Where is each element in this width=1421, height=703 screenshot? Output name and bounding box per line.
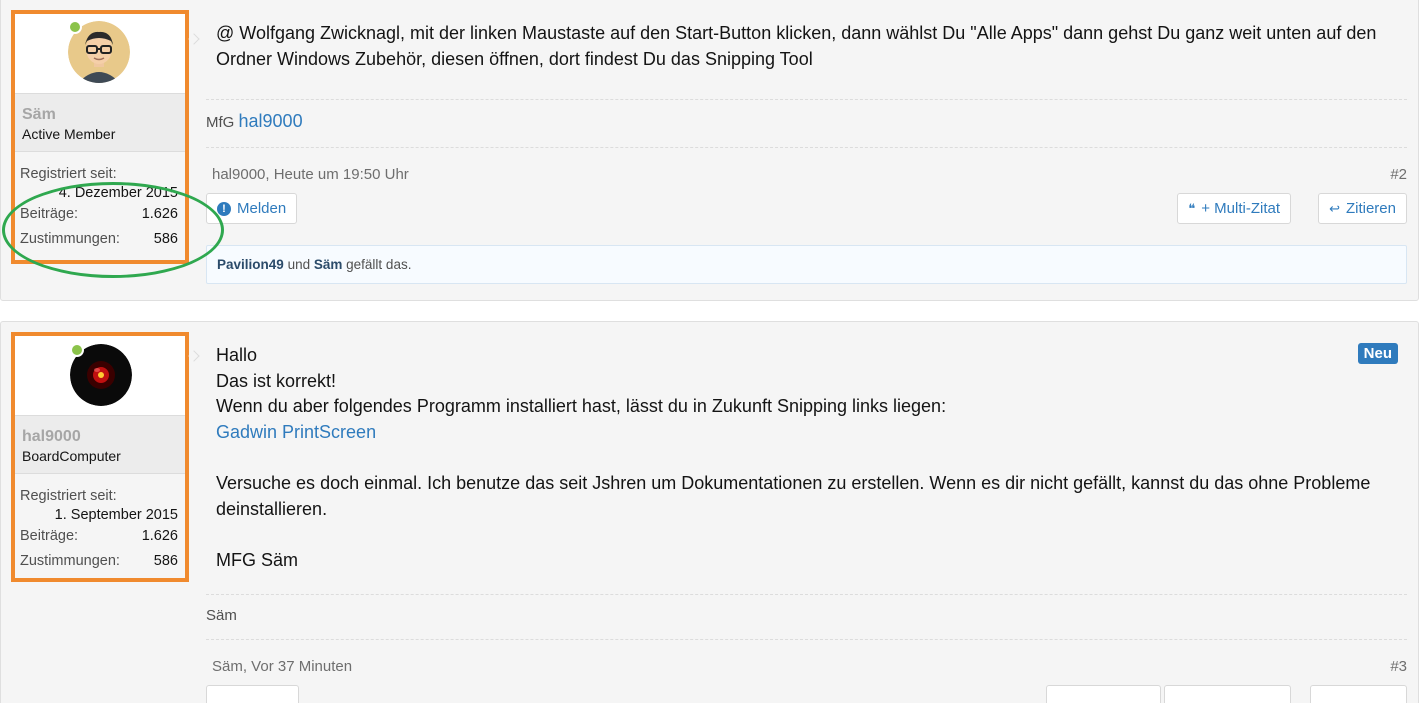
message-line: Wenn du aber folgendes Programm installi…	[216, 396, 947, 416]
message-arrow	[188, 350, 200, 362]
online-status-icon	[68, 20, 82, 34]
liker-1[interactable]: Pavilion49	[217, 257, 284, 272]
avatar-area	[15, 336, 185, 415]
user-info-panel: Säm Active Member Registriert seit: 4. D…	[11, 10, 189, 264]
post-2: Säm Active Member Registriert seit: 4. D…	[0, 0, 1419, 301]
posts-label: Beiträge:	[20, 206, 79, 222]
user-stats: Registriert seit: 1. September 2015 Beit…	[15, 474, 185, 574]
message-content: Neu Hallo Das ist korrekt! Wenn du aber …	[206, 322, 1407, 703]
user-title-area: Säm Active Member	[15, 93, 185, 152]
quote-button[interactable]	[1310, 684, 1407, 703]
signature: Säm	[206, 606, 237, 624]
post-meta: hal9000, Heute um 19:50 Uhr #2	[206, 148, 1407, 183]
message-content: @ Wolfgang Zwicknagl, mit der linken Mau…	[206, 1, 1407, 284]
likes-label: Zustimmungen:	[20, 231, 120, 247]
posts-value[interactable]: 1.626	[142, 524, 178, 549]
signature: MfG hal9000	[206, 100, 1407, 147]
message-arrow	[188, 33, 200, 45]
username[interactable]: hal9000	[22, 427, 178, 447]
message-line: Das ist korrekt!	[216, 370, 337, 391]
message-text: @ Wolfgang Zwicknagl, mit der linken Mau…	[216, 23, 1377, 69]
user-title-area: hal9000 BoardComputer	[15, 415, 185, 474]
signature-prefix: MfG	[206, 114, 235, 131]
post-author-time[interactable]: hal9000, Heute um 19:50 Uhr	[212, 166, 409, 183]
report-button[interactable]	[206, 684, 299, 703]
multiquote-button[interactable]: ❝ + Multi-Zitat	[1177, 193, 1291, 224]
likes-suffix: gefällt das.	[346, 257, 412, 272]
avatar-area	[15, 14, 185, 93]
multiquote-button[interactable]	[1164, 684, 1291, 703]
quote-button[interactable]: ↩ Zitieren	[1318, 193, 1407, 224]
message-closing: MFG Säm	[216, 550, 299, 570]
quote-marks-icon: ❝	[1188, 200, 1196, 216]
likes-value: 586	[153, 231, 178, 247]
message-text: Hallo Das ist korrekt! Wenn du aber folg…	[206, 322, 1407, 574]
report-label: Melden	[237, 200, 287, 217]
alert-icon: !	[217, 201, 231, 216]
multiquote-label: + Multi-Zitat	[1201, 200, 1280, 217]
quote-label: Zitieren	[1345, 200, 1396, 217]
user-stats: Registriert seit: 4. Dezember 2015 Beitr…	[15, 152, 185, 252]
user-rank: BoardComputer	[22, 448, 121, 464]
username[interactable]: Säm	[22, 105, 178, 125]
like-button[interactable]	[1046, 684, 1161, 703]
gadwin-printscreen-link[interactable]: Gadwin PrintScreen	[216, 422, 376, 442]
likes-label: Zustimmungen:	[20, 553, 120, 569]
liker-2[interactable]: Säm	[314, 257, 343, 272]
likes-bar: Pavilion49 und Säm gefällt das.	[206, 245, 1407, 284]
post-3: hal9000 BoardComputer Registriert seit: …	[0, 321, 1419, 703]
post-author-time[interactable]: Säm, Vor 37 Minuten	[212, 658, 352, 675]
report-button[interactable]: ! Melden	[206, 193, 298, 224]
post-number[interactable]: #2	[1390, 166, 1407, 183]
new-badge: Neu	[1357, 343, 1398, 364]
user-rank: Active Member	[22, 126, 116, 142]
post-meta: Säm, Vor 37 Minuten #3	[206, 640, 1407, 675]
reply-arrow-icon: ↩	[1329, 200, 1340, 216]
post-number[interactable]: #3	[1390, 658, 1407, 675]
online-status-icon	[70, 343, 84, 357]
message-paragraph: Versuche es doch einmal. Ich benutze das…	[216, 473, 1371, 519]
user-info-panel: hal9000 BoardComputer Registriert seit: …	[11, 332, 189, 582]
posts-label: Beiträge:	[20, 528, 79, 544]
posts-value[interactable]: 1.626	[142, 202, 178, 227]
message-line: Hallo	[216, 345, 258, 365]
likes-and: und	[287, 257, 311, 272]
likes-value: 586	[153, 553, 178, 569]
signature-link[interactable]: hal9000	[239, 111, 303, 131]
